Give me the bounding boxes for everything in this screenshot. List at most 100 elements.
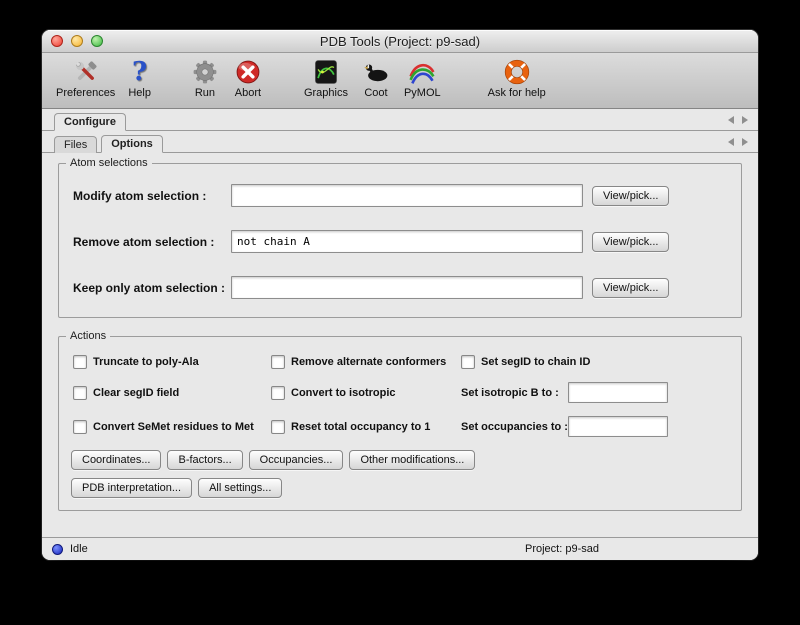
coot-button[interactable]: Coot: [361, 56, 391, 99]
atom-selections-group: Atom selections Modify atom selection : …: [58, 163, 742, 318]
toolbar-label: Preferences: [56, 87, 115, 99]
checkbox-icon[interactable]: [73, 355, 87, 369]
checkbox-label: Set segID to chain ID: [481, 356, 590, 368]
close-button[interactable]: [51, 35, 63, 47]
status-bar: Idle Project: p9-sad: [42, 537, 758, 560]
checkbox-icon[interactable]: [73, 386, 87, 400]
task-tab-bar: Configure: [42, 109, 758, 131]
toolbar-label: Help: [128, 87, 151, 99]
modify-selection-label: Modify atom selection :: [73, 189, 231, 203]
tab-configure[interactable]: Configure: [54, 113, 126, 131]
tab-files[interactable]: Files: [54, 136, 97, 153]
toolbar-label: Coot: [364, 87, 387, 99]
actions-buttons-row-1: Coordinates... B-factors... Occupancies.…: [71, 450, 729, 470]
tab-scroll-arrows: [728, 116, 758, 124]
pymol-button[interactable]: PyMOL: [404, 56, 441, 99]
options-page: Atom selections Modify atom selection : …: [42, 163, 758, 511]
graphics-button[interactable]: Graphics: [304, 56, 348, 99]
tools-icon: [71, 56, 101, 87]
run-button[interactable]: Run: [190, 56, 220, 99]
keep-view-pick-button[interactable]: View/pick...: [592, 278, 669, 298]
checkbox-icon[interactable]: [73, 420, 87, 434]
occupancies-button[interactable]: Occupancies...: [249, 450, 344, 470]
occupancies-input[interactable]: [568, 416, 668, 437]
keep-selection-input[interactable]: [231, 276, 583, 299]
gear-icon: [190, 56, 220, 87]
minimize-button[interactable]: [71, 35, 83, 47]
graphics-icon: [311, 56, 341, 87]
checkbox-label: Convert to isotropic: [291, 387, 396, 399]
modify-selection-row: Modify atom selection : View/pick...: [73, 184, 729, 207]
question-mark-icon: ?: [132, 56, 147, 87]
scroll-right-icon[interactable]: [742, 138, 748, 146]
convert-isotropic-checkbox[interactable]: Convert to isotropic: [271, 386, 396, 400]
project-label: Project: p9-sad: [525, 543, 599, 555]
toolbar-label: PyMOL: [404, 87, 441, 99]
lifebuoy-icon: [502, 56, 532, 87]
coordinates-button[interactable]: Coordinates...: [71, 450, 161, 470]
abort-button[interactable]: Abort: [233, 56, 263, 99]
keep-selection-row: Keep only atom selection : View/pick...: [73, 276, 729, 299]
scroll-left-icon[interactable]: [728, 116, 734, 124]
remove-selection-row: Remove atom selection : View/pick...: [73, 230, 729, 253]
checkbox-label: Remove alternate conformers: [291, 356, 446, 368]
pymol-ribbon-icon: [407, 56, 437, 87]
pdb-tools-window: PDB Tools (Project: p9-sad): [42, 30, 758, 560]
actions-buttons-row-2: PDB interpretation... All settings...: [71, 478, 729, 498]
modify-view-pick-button[interactable]: View/pick...: [592, 186, 669, 206]
actions-group: Actions Truncate to poly-Ala Remove alte…: [58, 336, 742, 511]
tab-options[interactable]: Options: [101, 135, 163, 153]
tab-scroll-arrows: [728, 138, 758, 146]
traffic-lights: [42, 35, 103, 47]
isotropic-b-label: Set isotropic B to :: [461, 387, 568, 399]
scroll-right-icon[interactable]: [742, 116, 748, 124]
keep-selection-label: Keep only atom selection :: [73, 281, 231, 295]
checkbox-label: Clear segID field: [93, 387, 179, 399]
titlebar[interactable]: PDB Tools (Project: p9-sad): [42, 30, 758, 53]
checkbox-icon[interactable]: [271, 386, 285, 400]
help-button[interactable]: ? Help: [128, 56, 151, 99]
checkbox-icon[interactable]: [461, 355, 475, 369]
checkbox-icon[interactable]: [271, 355, 285, 369]
reset-occupancy-checkbox[interactable]: Reset total occupancy to 1: [271, 420, 430, 434]
status-text: Idle: [70, 543, 88, 555]
actions-row-3: Convert SeMet residues to Met Reset tota…: [73, 416, 729, 437]
isotropic-b-input[interactable]: [568, 382, 668, 403]
set-segid-chainid-checkbox[interactable]: Set segID to chain ID: [461, 355, 590, 369]
toolbar-label: Ask for help: [488, 87, 546, 99]
modify-selection-input[interactable]: [231, 184, 583, 207]
checkbox-label: Reset total occupancy to 1: [291, 421, 430, 433]
zoom-button[interactable]: [91, 35, 103, 47]
page-tab-bar: Files Options: [42, 131, 758, 153]
toolbar-label: Abort: [235, 87, 261, 99]
checkbox-icon[interactable]: [271, 420, 285, 434]
preferences-button[interactable]: Preferences: [56, 56, 115, 99]
remove-selection-input[interactable]: [231, 230, 583, 253]
abort-x-icon: [233, 56, 263, 87]
remove-alt-conformers-checkbox[interactable]: Remove alternate conformers: [271, 355, 446, 369]
toolbar-label: Run: [195, 87, 215, 99]
clear-segid-checkbox[interactable]: Clear segID field: [73, 386, 179, 400]
group-title: Actions: [66, 330, 110, 343]
remove-view-pick-button[interactable]: View/pick...: [592, 232, 669, 252]
window-title: PDB Tools (Project: p9-sad): [42, 34, 758, 49]
other-modifications-button[interactable]: Other modifications...: [349, 450, 475, 470]
ask-for-help-button[interactable]: Ask for help: [488, 56, 546, 99]
checkbox-label: Truncate to poly-Ala: [93, 356, 199, 368]
toolbar: Preferences ? Help: [42, 53, 758, 109]
checkbox-label: Convert SeMet residues to Met: [93, 421, 254, 433]
toolbar-label: Graphics: [304, 87, 348, 99]
truncate-polyala-checkbox[interactable]: Truncate to poly-Ala: [73, 355, 199, 369]
actions-row-2: Clear segID field Convert to isotropic S…: [73, 382, 729, 403]
scroll-left-icon[interactable]: [728, 138, 734, 146]
coot-bird-icon: [361, 56, 391, 87]
remove-selection-label: Remove atom selection :: [73, 235, 231, 249]
all-settings-button[interactable]: All settings...: [198, 478, 282, 498]
convert-semet-checkbox[interactable]: Convert SeMet residues to Met: [73, 420, 254, 434]
actions-row-1: Truncate to poly-Ala Remove alternate co…: [73, 355, 729, 369]
b-factors-button[interactable]: B-factors...: [167, 450, 242, 470]
status-dot-icon: [52, 544, 63, 555]
pdb-interpretation-button[interactable]: PDB interpretation...: [71, 478, 192, 498]
occupancies-label: Set occupancies to :: [461, 421, 568, 433]
group-title: Atom selections: [66, 157, 152, 170]
